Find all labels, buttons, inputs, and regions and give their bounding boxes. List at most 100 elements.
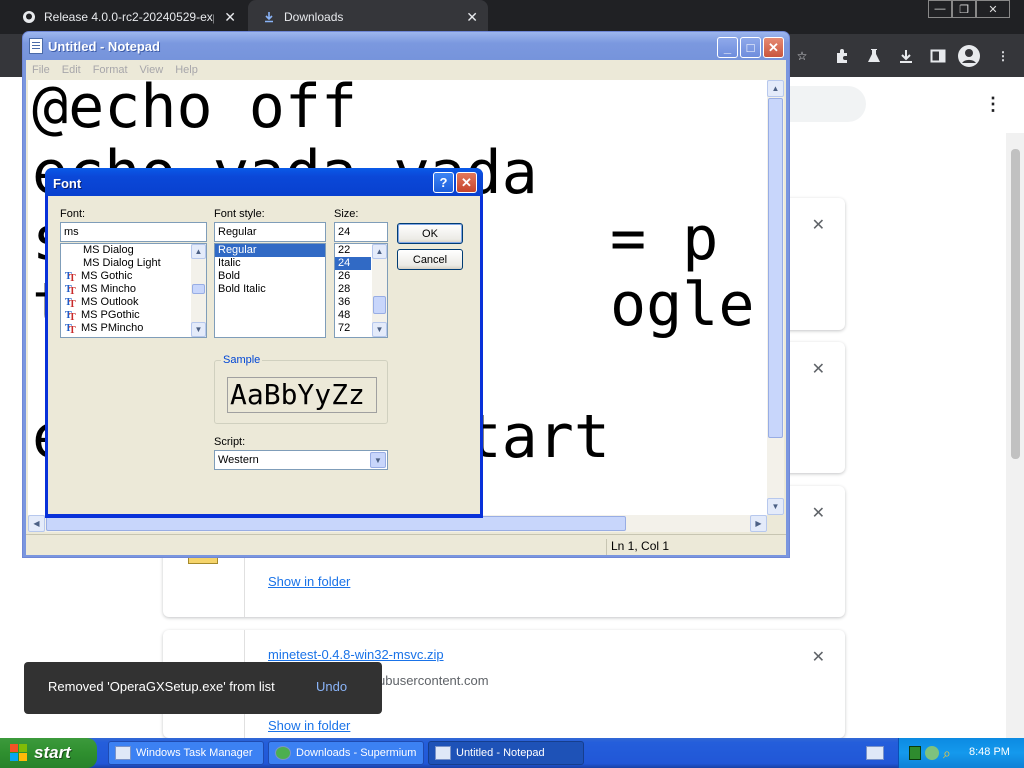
menu-edit[interactable]: Edit: [62, 64, 81, 76]
tab-title: Release 4.0.0-rc2-20240529-experi: [44, 10, 214, 24]
size-list-item[interactable]: 72: [335, 322, 371, 335]
close-window-button[interactable]: ✕: [976, 0, 1010, 18]
size-list-item[interactable]: 26: [335, 270, 371, 283]
labs-icon[interactable]: [863, 45, 885, 67]
extensions-icon[interactable]: [831, 45, 853, 67]
style-list-item[interactable]: Bold Italic: [215, 283, 325, 296]
download-file-link[interactable]: minetest-0.4.8-win32-msvc.zip: [268, 647, 444, 662]
size-input[interactable]: 24: [334, 222, 388, 242]
undo-button[interactable]: Undo: [316, 679, 347, 694]
size-list-item[interactable]: 28: [335, 283, 371, 296]
taskbar: start Windows Task Manager Downloads - S…: [0, 738, 1024, 768]
network-icon[interactable]: [925, 746, 939, 760]
size-list-scrollbar[interactable]: ▲ ▼: [372, 244, 387, 337]
font-list-item[interactable]: T T MS PMincho: [61, 322, 206, 336]
browser-tab-release[interactable]: Release 4.0.0-rc2-20240529-experi ✕: [14, 0, 246, 34]
menu-help[interactable]: Help: [175, 64, 198, 76]
remove-download-icon[interactable]: ✕: [812, 647, 825, 667]
show-in-folder-link[interactable]: Show in folder: [268, 574, 350, 589]
font-list-item[interactable]: T T MS Outlook: [61, 296, 206, 310]
close-button[interactable]: ✕: [763, 37, 784, 58]
scroll-up-button[interactable]: ▲: [191, 244, 206, 259]
font-style-list[interactable]: Regular Italic Bold Bold Italic: [214, 243, 326, 338]
font-dialog-titlebar[interactable]: Font ? ✕: [45, 168, 483, 196]
font-style-label: Font style:: [214, 208, 265, 220]
minimize-window-button[interactable]: —: [928, 0, 952, 18]
page-scrollbar[interactable]: [1006, 133, 1024, 738]
script-dropdown[interactable]: Western ▼: [214, 450, 388, 470]
kebab-menu-icon[interactable]: ⋮: [992, 45, 1014, 67]
scroll-up-button[interactable]: ▲: [767, 80, 784, 97]
close-button[interactable]: ✕: [456, 172, 477, 193]
menu-file[interactable]: File: [32, 64, 50, 76]
scrollbar-thumb[interactable]: [1011, 149, 1020, 459]
size-list-item[interactable]: 24: [335, 257, 371, 270]
scroll-down-button[interactable]: ▼: [767, 498, 784, 515]
close-tab-icon[interactable]: ✕: [224, 9, 236, 26]
minimize-button[interactable]: _: [717, 37, 738, 58]
maximize-button[interactable]: □: [740, 37, 761, 58]
style-list-item[interactable]: Regular: [215, 244, 325, 257]
notepad-titlebar[interactable]: Untitled - Notepad _ □ ✕: [23, 32, 789, 60]
scroll-down-button[interactable]: ▼: [372, 322, 387, 337]
profile-icon[interactable]: [958, 45, 980, 67]
font-list-item[interactable]: MS Dialog Light: [61, 257, 206, 270]
menu-format[interactable]: Format: [93, 64, 128, 76]
truetype-icon: TT: [65, 297, 76, 310]
scroll-thumb[interactable]: [768, 98, 783, 438]
font-style-input[interactable]: Regular: [214, 222, 326, 242]
more-actions-icon[interactable]: ⋮: [984, 94, 1002, 115]
remove-download-icon[interactable]: ✕: [812, 215, 825, 235]
cancel-button[interactable]: Cancel: [397, 249, 463, 270]
search-icon[interactable]: ⌕: [943, 745, 951, 762]
font-list-item[interactable]: MS Dialog: [61, 244, 206, 257]
browser-tab-downloads[interactable]: Downloads ✕: [248, 0, 488, 34]
taskbar-item-label: Downloads - Supermium: [296, 747, 417, 759]
font-name: MS PGothic: [81, 309, 140, 321]
scroll-thumb[interactable]: [373, 296, 386, 314]
font-list-item[interactable]: T T MS Mincho: [61, 283, 206, 297]
restore-window-button[interactable]: ❐: [952, 0, 976, 18]
chevron-down-icon[interactable]: ▼: [370, 452, 386, 468]
scroll-down-button[interactable]: ▼: [191, 322, 206, 337]
taskbar-item-task-manager[interactable]: Windows Task Manager: [108, 741, 264, 765]
remove-download-icon[interactable]: ✕: [812, 359, 825, 379]
vertical-scrollbar[interactable]: ▲ ▼: [767, 80, 784, 515]
font-dialog: Font ? ✕ Font: ms MS Dialog MS Dialog Li…: [45, 168, 483, 518]
scroll-right-button[interactable]: ▶: [750, 515, 767, 532]
font-name-input[interactable]: ms: [60, 222, 207, 242]
close-tab-icon[interactable]: ✕: [466, 9, 478, 26]
scroll-thumb[interactable]: [192, 284, 205, 294]
start-button[interactable]: start: [0, 738, 97, 768]
size-list-item[interactable]: 36: [335, 296, 371, 309]
sidepanel-icon[interactable]: [927, 45, 949, 67]
font-list-scrollbar[interactable]: ▲ ▼: [191, 244, 206, 337]
tray-app-icon[interactable]: [909, 746, 921, 760]
size-list-item[interactable]: 22: [335, 244, 371, 257]
taskbar-item-downloads[interactable]: Downloads - Supermium: [268, 741, 424, 765]
sample-label: Sample: [221, 354, 263, 366]
star-icon[interactable]: ☆: [791, 45, 813, 67]
font-list-item[interactable]: T T MS Gothic: [61, 270, 206, 284]
scroll-left-button[interactable]: ◀: [28, 515, 45, 532]
keyboard-icon[interactable]: [866, 746, 884, 760]
font-name-list[interactable]: MS Dialog MS Dialog Light T T MS Gothic TT…: [60, 243, 207, 338]
system-tray: ⌕ 8:48 PM: [898, 738, 1024, 768]
scroll-up-button[interactable]: ▲: [372, 244, 387, 259]
ok-button[interactable]: OK: [397, 223, 463, 244]
task-manager-icon: [115, 746, 131, 760]
taskbar-item-notepad[interactable]: Untitled - Notepad: [428, 741, 584, 765]
remove-download-icon[interactable]: ✕: [812, 503, 825, 523]
style-list-item[interactable]: Bold: [215, 270, 325, 283]
show-in-folder-link[interactable]: Show in folder: [268, 718, 350, 733]
truetype-icon: TT: [65, 310, 76, 323]
size-list[interactable]: 22 24 26 28 36 48 72 ▲ ▼: [334, 243, 388, 338]
scroll-thumb[interactable]: [46, 516, 626, 531]
size-list-item[interactable]: 48: [335, 309, 371, 322]
font-list-item[interactable]: T T MS PGothic: [61, 309, 206, 323]
download-icon[interactable]: [895, 45, 917, 67]
menu-view[interactable]: View: [140, 64, 164, 76]
help-button[interactable]: ?: [433, 172, 454, 193]
script-value: Western: [218, 454, 259, 466]
style-list-item[interactable]: Italic: [215, 257, 325, 270]
